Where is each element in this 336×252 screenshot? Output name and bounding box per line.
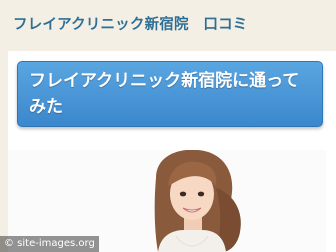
- image-watermark: © site-images.org: [0, 236, 99, 252]
- post-title: フレイアクリニック新宿院に通ってみた: [29, 71, 300, 117]
- content-card: フレイアクリニック新宿院に通ってみた: [8, 51, 336, 252]
- site-header: フレイアクリニック新宿院 口コミ: [0, 0, 336, 46]
- post-title-box: フレイアクリニック新宿院に通ってみた: [17, 61, 323, 127]
- site-title-link[interactable]: フレイアクリニック新宿院 口コミ: [13, 13, 247, 34]
